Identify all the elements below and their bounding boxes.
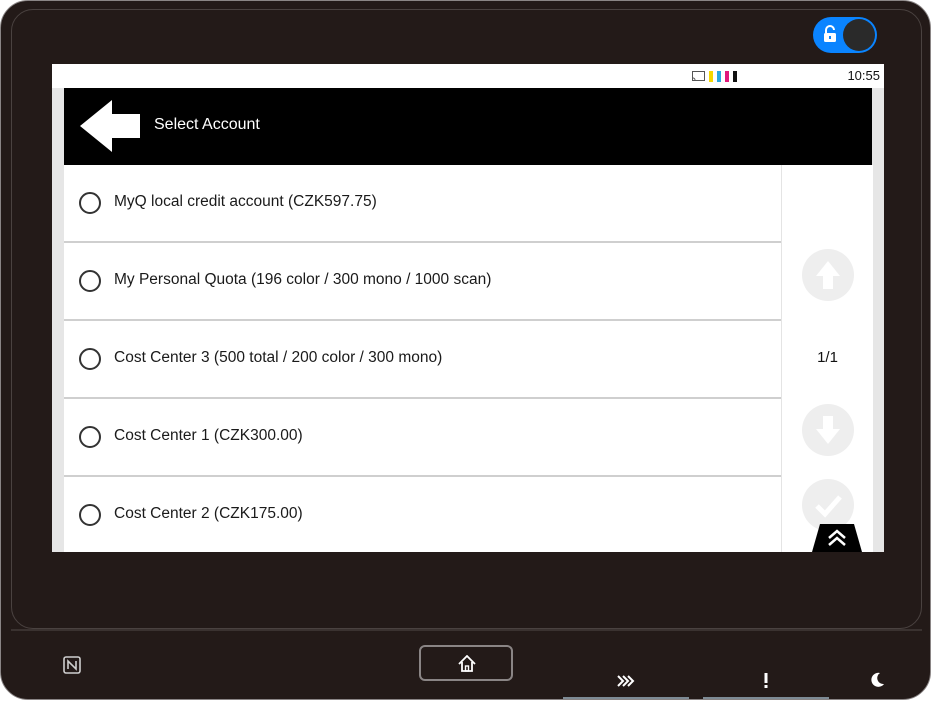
clock: 10:55	[847, 68, 880, 83]
account-label: Cost Center 3 (500 total / 200 color / 3…	[114, 349, 443, 366]
back-arrow-icon[interactable]	[78, 100, 142, 152]
collapse-panel-button[interactable]	[812, 524, 862, 552]
scroll-panel: 1/1	[781, 165, 873, 552]
toner-cyan-indicator	[717, 70, 721, 82]
printer-panel: 10:55 Select Account MyQ local credit ac…	[0, 0, 931, 700]
toner-yellow-indicator	[709, 70, 713, 82]
radio-button[interactable]	[79, 504, 101, 526]
nfc-icon	[63, 656, 81, 674]
moon-icon	[871, 672, 884, 687]
touch-screen: 10:55 Select Account MyQ local credit ac…	[52, 64, 884, 552]
scroll-down-button[interactable]	[802, 404, 854, 456]
alert-indicator-strip	[703, 697, 829, 699]
account-list: MyQ local credit account (CZK597.75) My …	[64, 165, 781, 552]
account-option[interactable]: My Personal Quota (196 color / 300 mono …	[64, 243, 781, 321]
account-label: My Personal Quota (196 color / 300 mono …	[114, 271, 492, 288]
data-arrows-icon	[617, 675, 635, 687]
radio-button[interactable]	[79, 426, 101, 448]
data-indicator-strip	[563, 697, 689, 699]
account-label: Cost Center 2 (CZK175.00)	[114, 505, 303, 522]
account-option[interactable]: Cost Center 3 (500 total / 200 color / 3…	[64, 321, 781, 399]
title-bar: Select Account	[64, 88, 872, 165]
screen-left-margin	[52, 88, 64, 552]
home-button[interactable]	[419, 645, 513, 681]
radio-button[interactable]	[79, 348, 101, 370]
scroll-up-button[interactable]	[802, 249, 854, 301]
unlocked-padlock-icon	[824, 25, 836, 42]
toner-magenta-indicator	[725, 70, 729, 82]
arrow-up-icon	[816, 261, 840, 289]
screen-right-margin	[872, 88, 884, 552]
arrow-down-icon	[816, 416, 840, 444]
toggle-knob	[843, 19, 875, 51]
home-icon	[458, 655, 476, 672]
lock-toggle[interactable]	[813, 17, 877, 53]
account-option[interactable]: Cost Center 1 (CZK300.00)	[64, 399, 781, 477]
radio-button[interactable]	[79, 270, 101, 292]
account-option[interactable]: MyQ local credit account (CZK597.75)	[64, 165, 781, 243]
exclamation-icon	[764, 673, 768, 688]
status-icons	[692, 69, 737, 83]
page-indicator: 1/1	[817, 349, 838, 366]
hardware-button-panel	[11, 629, 922, 699]
account-option[interactable]: Cost Center 2 (CZK175.00)	[64, 477, 781, 552]
account-label: MyQ local credit account (CZK597.75)	[114, 193, 377, 210]
cast-icon	[692, 71, 705, 81]
account-label: Cost Center 1 (CZK300.00)	[114, 427, 303, 444]
toner-black-indicator	[733, 70, 737, 82]
status-bar: 10:55	[52, 64, 884, 88]
radio-button[interactable]	[79, 192, 101, 214]
page-title: Select Account	[154, 116, 260, 133]
